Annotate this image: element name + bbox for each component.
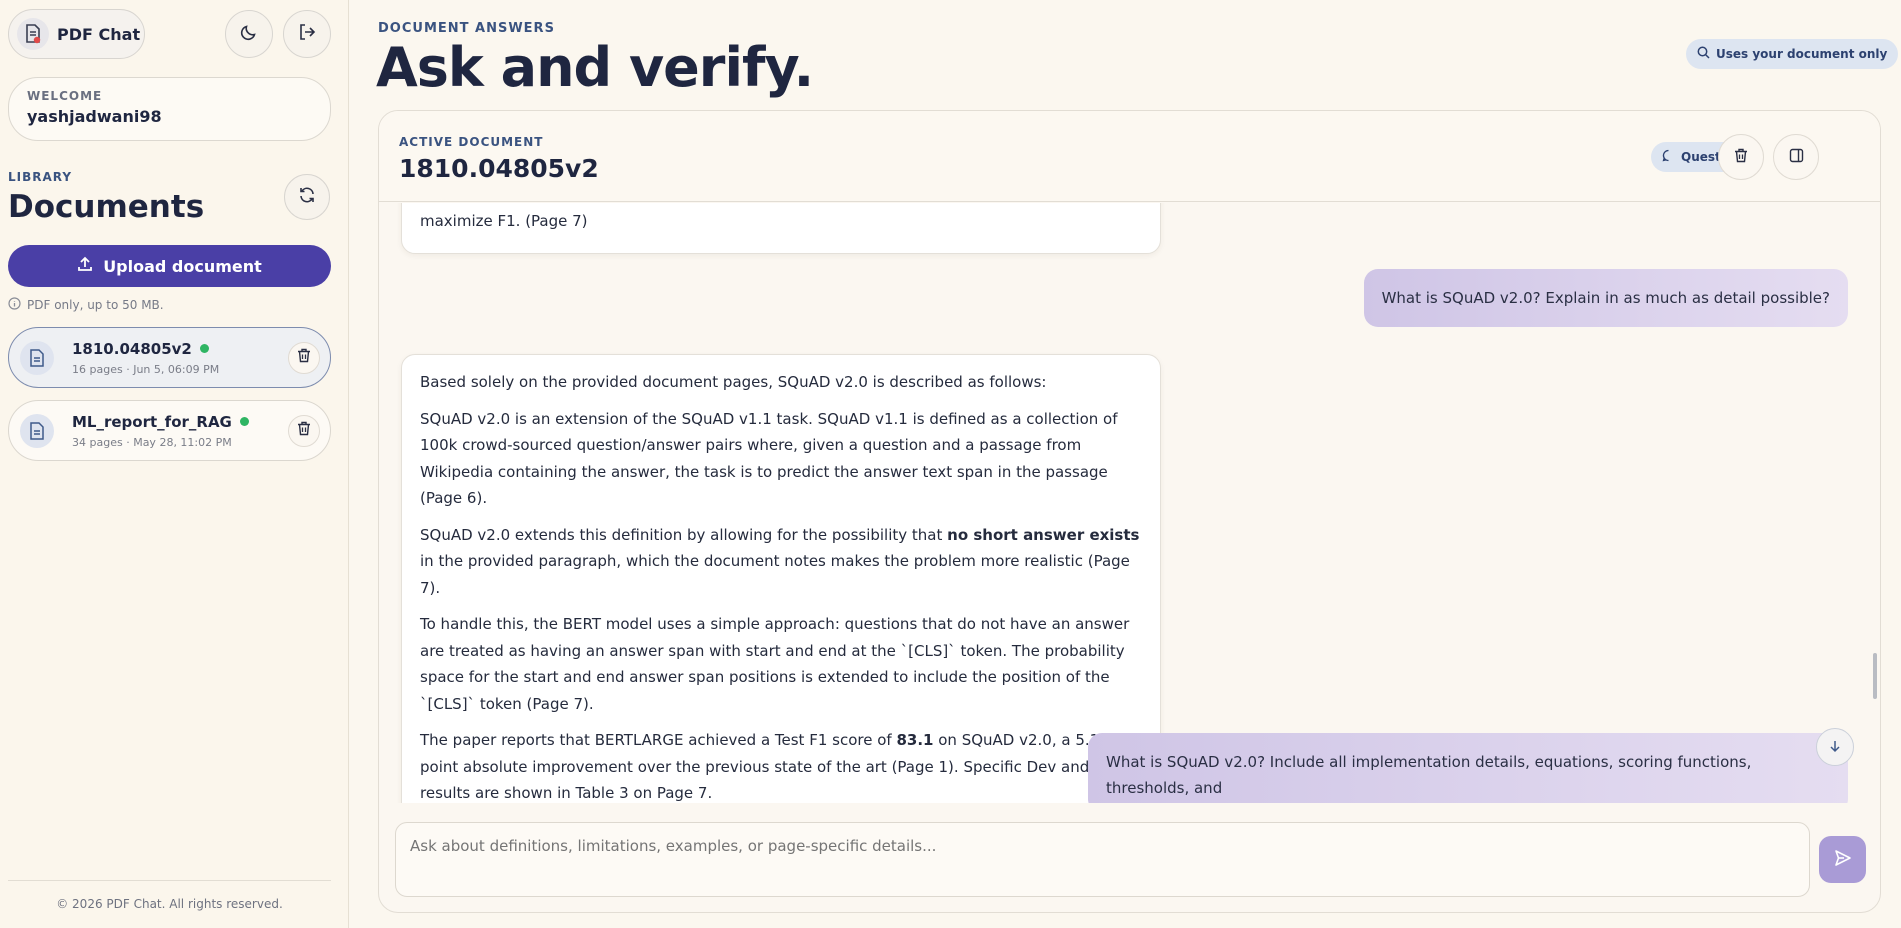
upload-hint-text: PDF only, up to 50 MB. <box>27 298 164 312</box>
brand-name: PDF Chat <box>57 24 141 44</box>
upload-icon <box>77 256 93 276</box>
answer-paragraph: SQuAD v2.0 extends this definition by al… <box>420 525 1140 597</box>
answer-paragraph: SQuAD v2.0 is an extension of the SQuAD … <box>420 409 1118 508</box>
trash-icon <box>1734 148 1748 167</box>
upload-label: Upload document <box>103 256 262 276</box>
moon-icon <box>240 23 258 45</box>
scroll-to-bottom-button[interactable] <box>1816 728 1854 766</box>
upload-document-button[interactable]: Upload document <box>8 245 331 287</box>
upload-hint: PDF only, up to 50 MB. <box>8 297 164 313</box>
logout-icon <box>298 23 316 45</box>
page-eyebrow: DOCUMENT ANSWERS <box>378 21 555 36</box>
search-icon <box>1697 46 1710 62</box>
page-title: Ask and verify. <box>376 36 814 99</box>
document-name: 1810.04805v2 <box>72 339 192 358</box>
delete-document-button[interactable] <box>288 414 320 447</box>
send-icon <box>1834 849 1852 871</box>
answer-paragraph: Based solely on the provided document pa… <box>420 373 1047 391</box>
toggle-panel-button[interactable] <box>1773 134 1819 180</box>
bold-emphasis: 83.1 <box>896 731 934 749</box>
bold-emphasis: no short answer exists <box>947 525 1140 544</box>
sidebar-panel-icon <box>1789 148 1804 167</box>
scope-badge-label: Uses your document only <box>1716 47 1888 61</box>
file-icon <box>20 413 54 448</box>
user-message: What is SQuAD v2.0? Include all implemen… <box>1088 733 1848 803</box>
message-list[interactable]: maximize F1. (Page 7) What is SQuAD v2.0… <box>379 203 1880 803</box>
pdf-chat-logo-icon <box>17 18 49 50</box>
scope-badge: Uses your document only <box>1686 39 1899 69</box>
sidebar-footer: © 2026 PDF Chat. All rights reserved. <box>8 880 331 911</box>
message-text: What is SQuAD v2.0? Include all implemen… <box>1106 753 1752 797</box>
refresh-button[interactable] <box>284 174 330 220</box>
assistant-message: Based solely on the provided document pa… <box>401 354 1161 803</box>
document-date: May 28, 11:02 PM <box>133 435 232 449</box>
library-label: LIBRARY <box>8 170 73 184</box>
send-button[interactable] <box>1819 836 1866 883</box>
refresh-icon <box>298 186 316 208</box>
logout-button[interactable] <box>283 10 331 58</box>
message-text: What is SQuAD v2.0? Explain in as much a… <box>1381 289 1830 307</box>
library-title: Documents <box>8 189 205 225</box>
document-date: Jun 5, 06:09 PM <box>133 362 220 376</box>
answer-paragraph: The paper reports that BERTLARGE achieve… <box>420 731 1124 802</box>
user-message: What is SQuAD v2.0? Explain in as much a… <box>1363 269 1848 327</box>
document-item-1810-04805v2[interactable]: 1810.04805v2 16 pages · Jun 5, 06:09 PM <box>8 327 331 388</box>
document-name: ML_report_for_RAG <box>72 412 232 431</box>
document-pages: 34 pages <box>72 435 123 449</box>
chat-bubble-icon <box>1662 149 1675 165</box>
status-dot <box>199 344 209 353</box>
info-icon <box>8 297 21 313</box>
sidebar: PDF Chat WELCOME yashjadwani98 LIBRARY D… <box>0 0 349 928</box>
brand-pill[interactable]: PDF Chat <box>8 9 145 59</box>
panel-header: ACTIVE DOCUMENT 1810.04805v2 Questions <box>379 111 1880 202</box>
trash-icon <box>297 421 311 440</box>
assistant-message: maximize F1. (Page 7) <box>401 203 1161 254</box>
active-document-name: 1810.04805v2 <box>399 154 599 183</box>
document-pages: 16 pages <box>72 362 123 376</box>
status-dot <box>239 417 249 426</box>
question-input[interactable] <box>395 822 1810 897</box>
file-icon <box>20 340 54 375</box>
delete-document-button[interactable] <box>288 341 320 374</box>
arrow-down-icon <box>1828 738 1842 757</box>
document-item-ml-report-for-rag[interactable]: ML_report_for_RAG 34 pages · May 28, 11:… <box>8 400 331 461</box>
message-text: maximize F1. (Page 7) <box>420 212 588 230</box>
answer-paragraph: To handle this, the BERT model uses a si… <box>420 615 1130 713</box>
welcome-username: yashjadwani98 <box>27 107 162 126</box>
clear-chat-button[interactable] <box>1718 134 1764 180</box>
welcome-label: WELCOME <box>27 89 103 103</box>
welcome-card: WELCOME yashjadwani98 <box>8 77 331 141</box>
scrollbar[interactable] <box>1873 653 1877 699</box>
theme-toggle-button[interactable] <box>225 10 273 58</box>
active-document-label: ACTIVE DOCUMENT <box>399 135 544 149</box>
chat-panel: ACTIVE DOCUMENT 1810.04805v2 Questions m… <box>378 110 1881 913</box>
trash-icon <box>297 348 311 367</box>
